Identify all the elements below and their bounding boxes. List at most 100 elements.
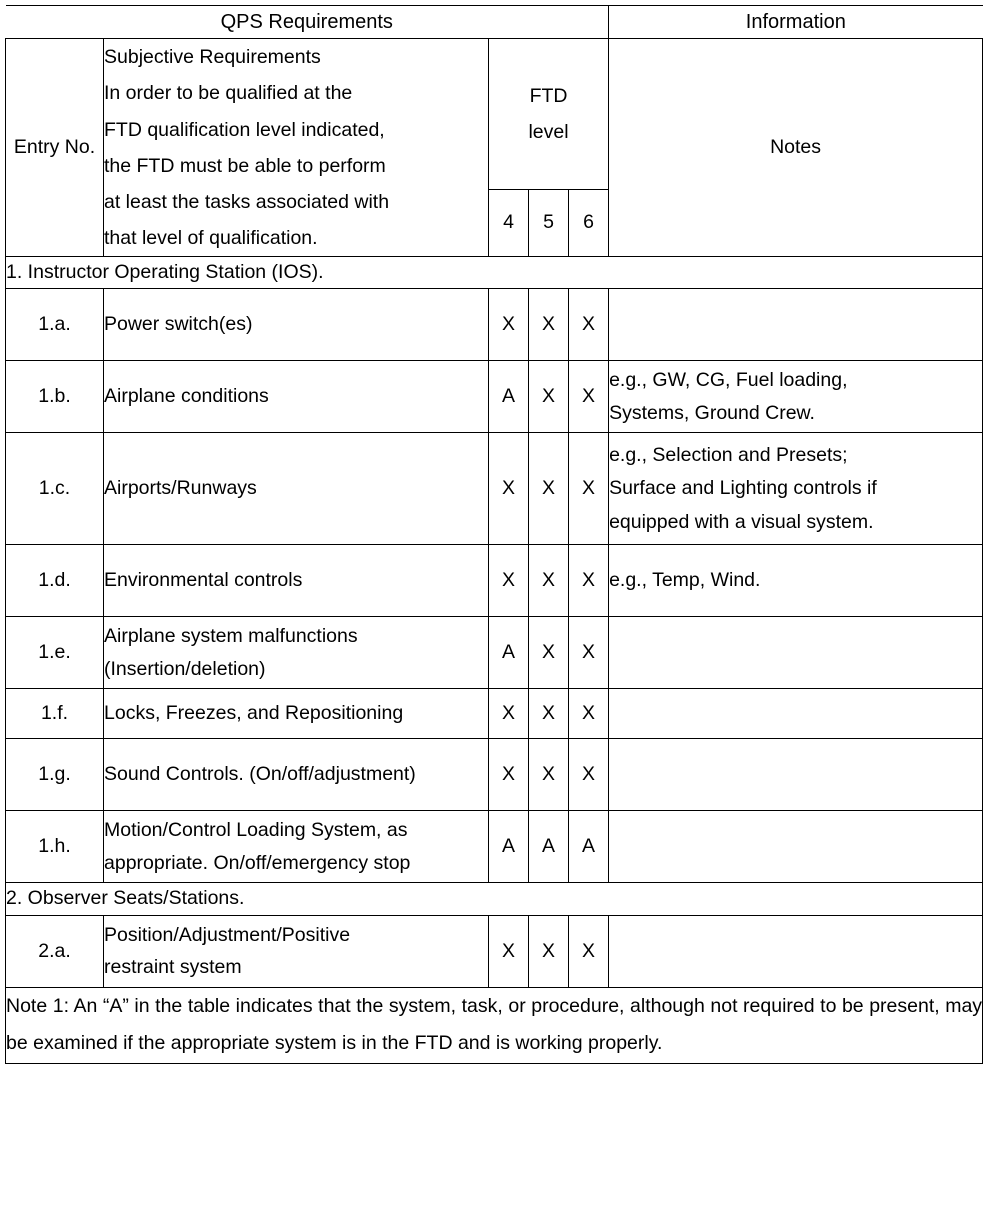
level-6-value: X — [567, 914, 610, 988]
subjective-title: Subjective Requirements — [104, 46, 321, 69]
level-6-value: X — [567, 616, 610, 690]
requirement-line1: Airplane conditions — [104, 385, 269, 408]
level-5-value: X — [528, 738, 569, 812]
level-4-value: X — [488, 688, 529, 740]
ftd-level-header: FTD level — [487, 38, 610, 190]
level-6-value: X — [567, 432, 610, 546]
document-page: QPS Requirements Information Entry No. S… — [0, 0, 1003, 1221]
note-text — [608, 616, 984, 690]
requirement-text: Position/Adjustment/Positive restraint s… — [103, 914, 489, 988]
subjective-body-line2: FTD qualification level indicated, — [104, 118, 385, 141]
note-text: e.g., Temp, Wind. — [608, 544, 984, 618]
section-1-heading: 1. Instructor Operating Station (IOS). — [4, 255, 984, 290]
level-5-value: X — [528, 544, 569, 618]
note-text — [608, 688, 984, 740]
level-6-value: X — [567, 288, 610, 362]
level-4-value: A — [488, 616, 529, 690]
subjective-body-line5: that level of qualification. — [104, 226, 318, 249]
requirement-text: Motion/Control Loading System, as approp… — [103, 810, 489, 884]
level-5-value: X — [528, 914, 569, 988]
entry-no-header: Entry No. — [5, 38, 104, 257]
table-row: 1.c. Airports/Runways X X X e.g., Select… — [5, 432, 984, 546]
requirement-line1: Airports/Runways — [104, 477, 257, 500]
note-line1: e.g., Temp, Wind. — [609, 569, 761, 592]
requirement-text: Airports/Runways — [103, 432, 489, 546]
entry-no-line1: Entry — [13, 136, 60, 159]
requirement-line2: restraint system — [104, 956, 242, 979]
column-header-row-top: Entry No. Subjective Requirements In ord… — [5, 38, 984, 257]
subjective-body-line3: the FTD must be able to perform — [104, 154, 386, 177]
table-row: 1.a. Power switch(es) X X X — [5, 288, 984, 362]
requirement-line1: Airplane system malfunctions — [104, 625, 358, 648]
note-text — [608, 914, 984, 988]
entry-number: 1.c. — [5, 432, 104, 546]
level-4-value: X — [488, 914, 529, 988]
requirement-line1: Position/Adjustment/Positive — [104, 923, 351, 946]
level-5-value: X — [528, 616, 569, 690]
table-row: 1.d. Environmental controls X X X e.g., … — [5, 544, 984, 618]
level-4-value: A — [488, 810, 529, 884]
requirement-text: Locks, Freezes, and Repositioning — [103, 688, 489, 740]
qps-requirements-table: QPS Requirements Information Entry No. S… — [4, 4, 984, 1064]
qps-requirements-header: QPS Requirements — [5, 4, 610, 40]
level-6-header: 6 — [567, 188, 610, 257]
table-row: 1.h. Motion/Control Loading System, as a… — [5, 810, 984, 884]
requirement-line1: Sound Controls. (On/off/adjustment) — [104, 763, 416, 786]
entry-number: 1.h. — [5, 810, 104, 884]
level-4-value: X — [488, 544, 529, 618]
requirement-text: Airplane system malfunctions (Insertion/… — [103, 616, 489, 690]
requirement-line2: appropriate. On/off/emergency stop — [104, 851, 411, 874]
requirement-text: Environmental controls — [103, 544, 489, 618]
footnote-row: Note 1: An “A” in the table indicates th… — [4, 986, 984, 1064]
footnote-text: Note 1: An “A” in the table indicates th… — [4, 986, 984, 1064]
requirement-text: Airplane conditions — [103, 360, 489, 434]
requirement-line1: Motion/Control Loading System, as — [104, 819, 408, 842]
note-text: e.g., GW, CG, Fuel loading, Systems, Gro… — [608, 360, 984, 434]
note-text — [608, 288, 984, 362]
table-row: 1.g. Sound Controls. (On/off/adjustment)… — [5, 738, 984, 812]
level-4-value: X — [488, 432, 529, 546]
notes-header: Notes — [608, 38, 984, 257]
subjective-body-line1: In order to be qualified at the — [104, 82, 353, 105]
note-line1: e.g., Selection and Presets; — [609, 443, 848, 466]
level-4-value: X — [488, 288, 529, 362]
entry-number: 1.e. — [5, 616, 104, 690]
table-row: 1.b. Airplane conditions A X X e.g., GW,… — [5, 360, 984, 434]
note-text: e.g., Selection and Presets; Surface and… — [608, 432, 984, 546]
entry-number: 1.b. — [5, 360, 104, 434]
level-6-value: X — [567, 360, 610, 434]
entry-number: 1.g. — [5, 738, 104, 812]
level-6-value: X — [567, 688, 610, 740]
subjective-body-line4: at least the tasks associated with — [104, 190, 390, 213]
note-line2: Surface and Lighting controls if — [609, 477, 877, 500]
level-5-value: X — [528, 432, 569, 546]
requirement-text: Sound Controls. (On/off/adjustment) — [103, 738, 489, 812]
entry-no-line2: No. — [64, 136, 96, 159]
level-4-header: 4 — [488, 188, 529, 257]
requirement-line2: (Insertion/deletion) — [104, 657, 266, 680]
requirement-line1: Power switch(es) — [104, 313, 253, 336]
level-5-value: A — [528, 810, 569, 884]
section-heading-row: 2. Observer Seats/Stations. — [4, 882, 984, 916]
ftd-level-line2: level — [528, 121, 569, 144]
level-5-value: X — [528, 688, 569, 740]
table-row: 1.f. Locks, Freezes, and Repositioning X… — [5, 688, 984, 740]
table-row: 2.a. Position/Adjustment/Positive restra… — [5, 914, 984, 988]
level-6-value: A — [567, 810, 610, 884]
requirement-line1: Environmental controls — [104, 569, 303, 592]
table-row: 1.e. Airplane system malfunctions (Inser… — [5, 616, 984, 690]
note-line1: e.g., GW, CG, Fuel loading, — [609, 369, 848, 392]
note-line2: Systems, Ground Crew. — [609, 401, 815, 424]
note-line3: equipped with a visual system. — [609, 510, 874, 533]
section-2-heading: 2. Observer Seats/Stations. — [4, 882, 984, 916]
subjective-requirements-header: Subjective Requirements In order to be q… — [103, 38, 489, 257]
requirement-line1: Locks, Freezes, and Repositioning — [104, 702, 404, 725]
information-header: Information — [608, 4, 983, 40]
level-4-value: X — [488, 738, 529, 812]
note-text — [608, 810, 984, 884]
level-6-value: X — [567, 738, 610, 812]
note-text — [608, 738, 984, 812]
entry-number: 1.a. — [5, 288, 104, 362]
ftd-level-line1: FTD — [529, 85, 568, 108]
level-4-value: A — [488, 360, 529, 434]
